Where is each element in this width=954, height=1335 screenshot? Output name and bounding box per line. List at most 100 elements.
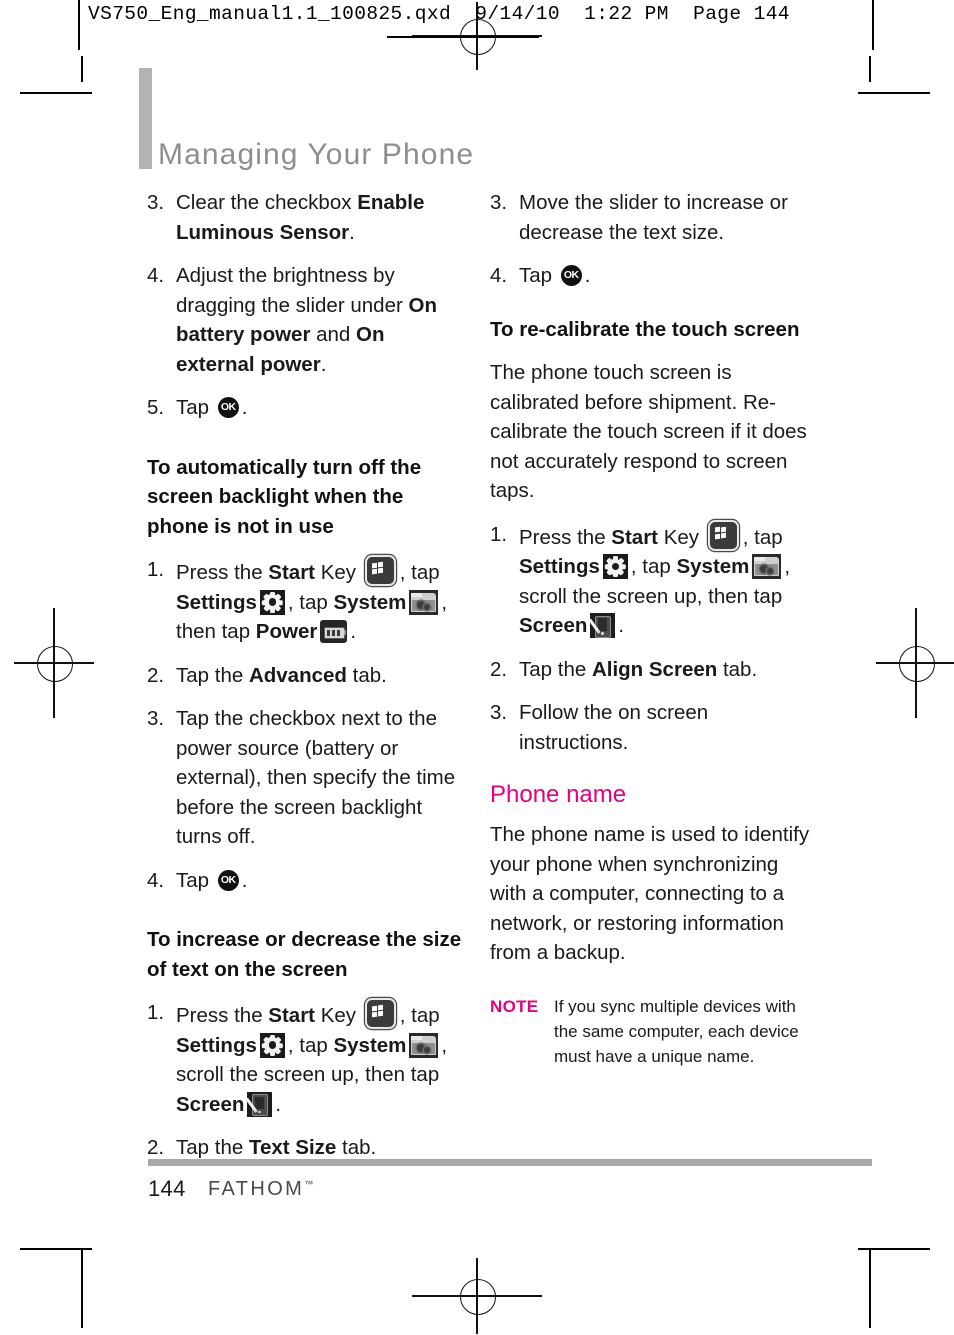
step-text-6: . xyxy=(618,614,625,637)
step-bold-system: System xyxy=(333,590,407,614)
ok-icon: OK xyxy=(560,265,582,286)
list-item: 5. Tap OK. xyxy=(147,393,467,423)
step-text-3: , tap xyxy=(742,525,783,549)
note-text: If you sync multiple devices with the sa… xyxy=(554,996,799,1066)
step-bold-settings: Settings xyxy=(176,1033,257,1057)
step-text-3: , tap xyxy=(399,561,440,584)
screen-stylus-icon xyxy=(245,1091,273,1117)
step-text-3: , tap xyxy=(399,1004,440,1027)
list-item: 1. Press the Start Key , tap Settings , t… xyxy=(490,519,810,641)
step-text-2: Key xyxy=(658,525,705,549)
step-bold-screen: Screen xyxy=(176,1092,245,1116)
brand-logo: FATHOM™ xyxy=(208,1178,313,1201)
step-number: 1. xyxy=(147,558,165,581)
note-block: NOTE If you sync multiple devices with t… xyxy=(490,994,810,1069)
page-number: 144 xyxy=(148,1176,186,1201)
list-item: 4. Adjust the brightness by dragging the… xyxy=(147,261,467,379)
step-number: 1. xyxy=(490,522,508,546)
step-number: 5. xyxy=(147,396,165,419)
manual-page: Managing Your Phone 3. Clear the checkbo… xyxy=(0,0,954,1335)
start-key-icon xyxy=(364,555,396,586)
step-text-1: Clear the checkbox xyxy=(176,191,358,214)
list-item: 1. Press the Start Key , tap Settings , t… xyxy=(147,998,467,1119)
list-item: 2. Tap the Advanced tab. xyxy=(147,661,467,691)
step-bold-settings: Settings xyxy=(176,590,257,614)
body-paragraph: The phone name is used to identify your … xyxy=(490,823,810,964)
step-text-1: Adjust the brightness by dragging the sl… xyxy=(176,264,409,317)
step-text-1: Tap xyxy=(176,396,215,419)
step-number: 2. xyxy=(490,657,508,681)
body-paragraph: The phone touch screen is calibrated bef… xyxy=(490,361,807,502)
step-text-6: . xyxy=(350,620,357,643)
list-item: 4. Tap OK. xyxy=(490,261,810,291)
chapter-title-accent-bar xyxy=(139,68,152,169)
section-subheading: To re-calibrate the touch screen xyxy=(490,317,800,341)
step-text-1: Move the slider to increase or decrease … xyxy=(519,191,788,244)
system-folder-icon xyxy=(409,589,439,615)
list-item: 3. Clear the checkbox Enable Luminous Se… xyxy=(147,188,467,247)
settings-gear-icon xyxy=(259,1032,285,1058)
step-number: 4. xyxy=(490,264,508,287)
power-battery-icon xyxy=(320,620,348,643)
step-text-2: tab. xyxy=(346,663,387,687)
settings-gear-icon xyxy=(259,589,285,615)
step-bold-system: System xyxy=(676,555,750,578)
step-text-2: . xyxy=(349,220,355,244)
step-number: 2. xyxy=(147,663,165,687)
step-text-3: . xyxy=(320,352,327,376)
step-bold-1: Text Size xyxy=(248,1136,337,1159)
step-text-6: . xyxy=(275,1092,282,1116)
step-number: 3. xyxy=(490,701,508,724)
step-bold-1: Advanced xyxy=(248,663,347,687)
system-folder-icon xyxy=(752,554,782,579)
ok-icon: OK xyxy=(217,397,239,418)
step-bold-settings: Settings xyxy=(519,555,600,578)
step-text-1: Follow the on screen instructions. xyxy=(519,701,709,754)
list-item: 2. Tap the Align Screen tab. xyxy=(490,655,810,685)
step-bold-start: Start xyxy=(268,1004,316,1027)
step-text-2: . xyxy=(584,264,591,287)
step-number: 3. xyxy=(147,191,165,214)
list-item: 4. Tap OK. xyxy=(147,866,467,896)
step-text-4: , tap xyxy=(287,1033,334,1057)
page-title: Managing Your Phone xyxy=(158,138,475,172)
step-bold-screen: Screen xyxy=(519,614,588,637)
step-bold-1: Align Screen xyxy=(591,657,718,681)
note-label: NOTE xyxy=(490,996,539,1016)
step-text-1: Tap the xyxy=(519,657,592,681)
list-item: 1. Press the Start Key , tap Settings , t… xyxy=(147,555,467,647)
step-text-2: and xyxy=(310,323,357,346)
step-text-2: tab. xyxy=(717,657,758,681)
left-column: 3. Clear the checkbox Enable Luminous Se… xyxy=(147,188,467,1177)
step-number: 3. xyxy=(490,191,508,214)
system-folder-icon xyxy=(409,1032,439,1058)
step-bold-start: Start xyxy=(611,525,659,549)
trademark-symbol: ™ xyxy=(304,1179,314,1189)
section-heading-phone-name: Phone name xyxy=(490,781,627,808)
step-text-1: Tap the xyxy=(176,1136,249,1159)
brand-logo-text: FATHOM xyxy=(208,1178,305,1200)
right-column: 3. Move the slider to increase or decrea… xyxy=(490,188,810,1069)
step-text-2: tab. xyxy=(336,1136,377,1159)
section-subheading: To increase or decrease the size of text… xyxy=(147,928,462,981)
step-text-1: Tap xyxy=(519,264,558,287)
step-bold-system: System xyxy=(333,1033,407,1057)
step-text-1: Press the xyxy=(519,525,612,549)
step-text-2: Key xyxy=(315,561,362,584)
step-number: 3. xyxy=(147,707,165,730)
step-text-2: Key xyxy=(315,1004,362,1027)
step-text-1: Tap the xyxy=(176,663,249,687)
step-bold-start: Start xyxy=(268,561,316,584)
footer-divider xyxy=(148,1159,872,1166)
list-item: 3. Move the slider to increase or decrea… xyxy=(490,188,810,247)
section-subheading: To automatically turn off the screen bac… xyxy=(147,455,422,538)
step-text-2: . xyxy=(241,868,248,892)
step-text-1: Tap the checkbox next to the power sourc… xyxy=(176,707,456,848)
ok-icon: OK xyxy=(217,869,239,891)
step-text-1: Tap xyxy=(176,868,215,892)
list-item: 3. Follow the on screen instructions. xyxy=(490,698,810,757)
start-key-icon xyxy=(364,998,396,1029)
step-text-1: Press the xyxy=(176,1004,269,1027)
step-number: 1. xyxy=(147,1001,165,1024)
step-text-4: , tap xyxy=(630,555,677,578)
